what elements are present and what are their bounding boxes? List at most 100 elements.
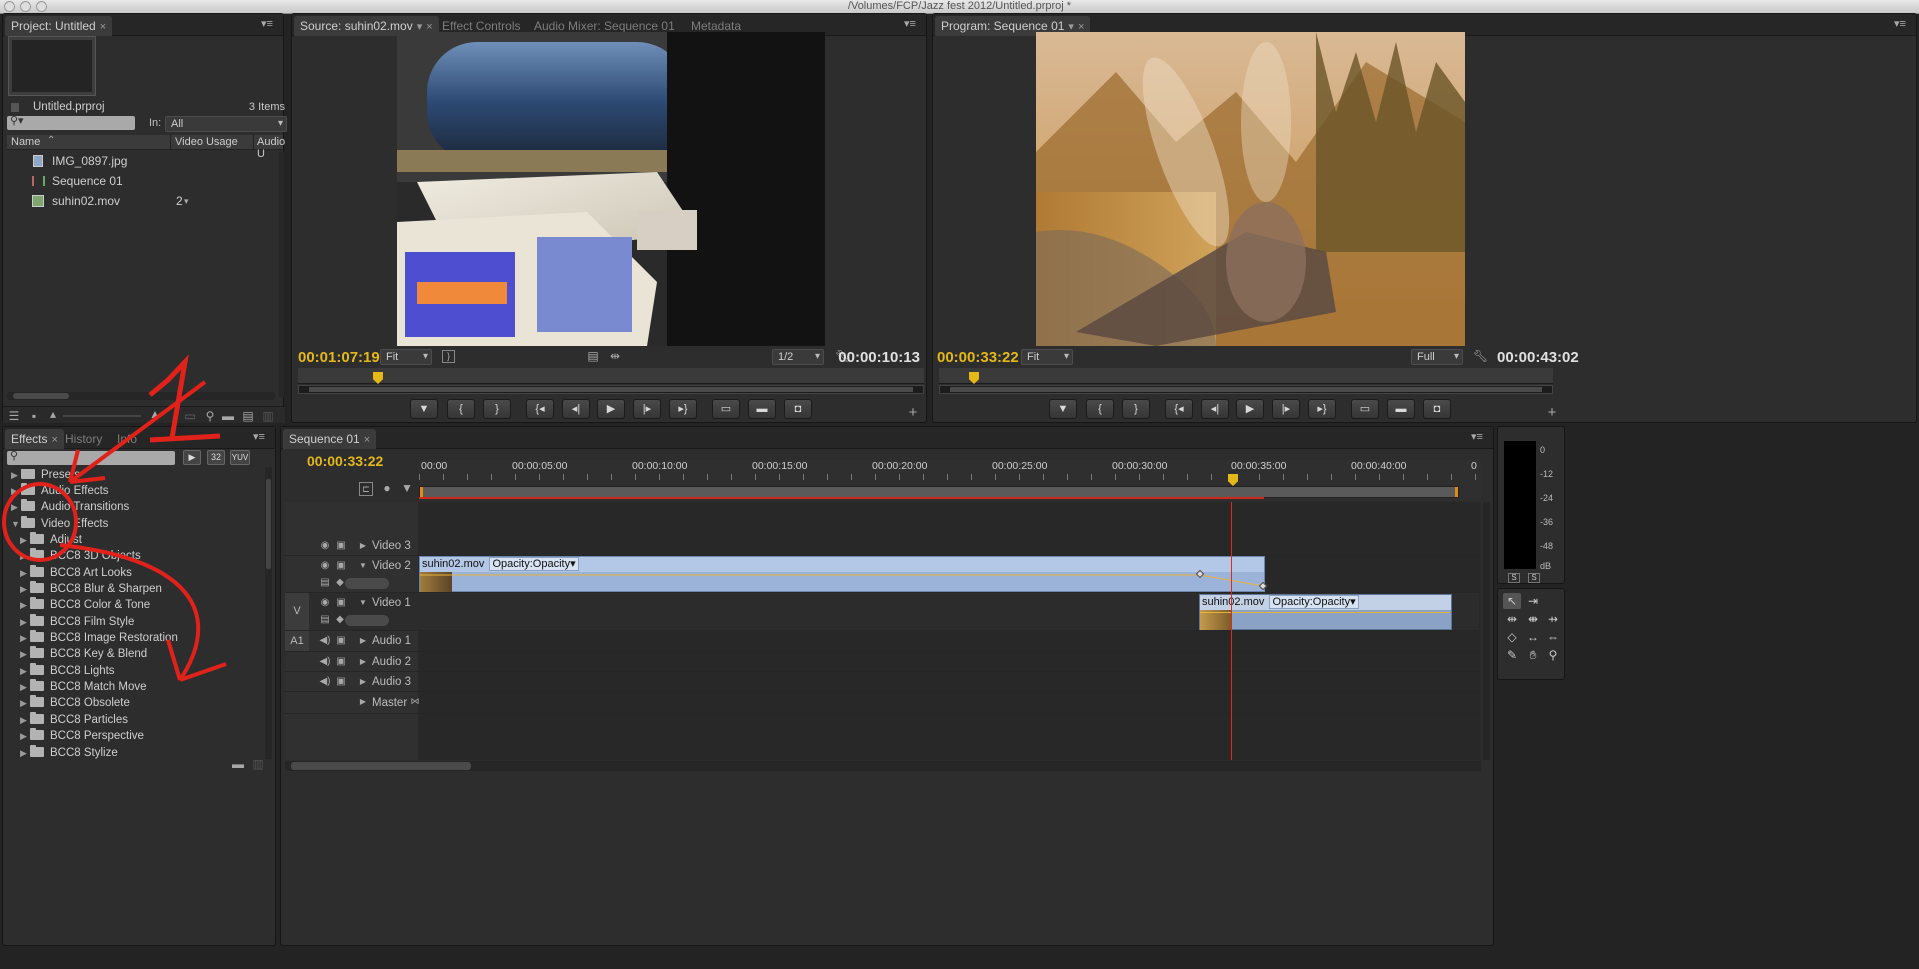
eye-icon[interactable]: ◉	[319, 559, 331, 573]
add-marker-button[interactable]: ▼	[1049, 399, 1077, 419]
effects-search-input[interactable]: ⚲	[7, 450, 175, 465]
rate-stretch-tool-icon[interactable]: ⇸	[1544, 611, 1562, 627]
zoom-out-icon[interactable]: ▴	[47, 407, 59, 421]
add-marker-button[interactable]: ▼	[410, 399, 438, 419]
column-video-usage[interactable]: Video Usage	[175, 136, 238, 148]
speaker-icon[interactable]: ◀)	[319, 675, 331, 689]
speaker-icon[interactable]: ◀)	[319, 655, 331, 669]
effects-folder-bcc8-blur-sharpen[interactable]: ▶ BCC8 Blur & Sharpen	[20, 581, 162, 597]
effects-folder-bcc8-particles[interactable]: ▶ BCC8 Particles	[20, 712, 128, 728]
new-custom-bin-icon[interactable]: ▬	[231, 757, 245, 771]
expand-icon[interactable]: ▶	[20, 712, 30, 728]
opacity-rubberband[interactable]	[420, 557, 1266, 593]
timeline-timecode[interactable]: 00:00:33:22	[307, 453, 383, 469]
effects-folder-bcc8-lights[interactable]: ▶ BCC8 Lights	[20, 663, 115, 679]
expand-icon[interactable]: ▶	[20, 745, 30, 759]
effects-folder-bcc8-obsolete[interactable]: ▶ BCC8 Obsolete	[20, 695, 130, 711]
timeline-vscrollbar[interactable]	[1483, 502, 1490, 760]
lift-button[interactable]: ▭	[1351, 399, 1379, 419]
project-item[interactable]: suhin02.mov 2 ▾	[7, 191, 277, 211]
expand-icon[interactable]: ▶	[20, 565, 30, 581]
effects-scrollbar[interactable]	[265, 467, 272, 759]
settings-icon[interactable]: }	[442, 350, 455, 363]
collapse-icon[interactable]: ▼	[11, 516, 21, 532]
effects-folder-bcc8-art-looks[interactable]: ▶ BCC8 Art Looks	[20, 565, 132, 581]
icon-view-icon[interactable]: ▪	[27, 409, 41, 423]
mark-out-button[interactable]: }	[483, 399, 511, 419]
drag-audio-icon[interactable]: ⇹	[608, 349, 622, 363]
source-track-v[interactable]: V	[285, 593, 309, 630]
expand-icon[interactable]: ▶	[20, 728, 30, 744]
expand-icon[interactable]: ▶	[358, 675, 368, 689]
effects-folder-bcc8-film-style[interactable]: ▶ BCC8 Film Style	[20, 614, 134, 630]
source-time-ruler[interactable]	[298, 368, 924, 384]
solo-button[interactable]: S	[1528, 573, 1540, 583]
overwrite-button[interactable]: ▬	[748, 399, 776, 419]
trash-icon[interactable]: ▥	[261, 409, 275, 423]
source-fit-dropdown[interactable]: Fit	[380, 349, 432, 365]
expand-icon[interactable]: ▶	[11, 483, 21, 499]
export-frame-button[interactable]: ◘	[1423, 399, 1451, 419]
step-back-button[interactable]: ◂|	[562, 399, 590, 419]
project-scrollbar[interactable]	[279, 152, 284, 397]
close-icon[interactable]: ×	[51, 434, 57, 446]
timeline-ruler[interactable]: 00:00 00:00:05:00 00:00:10:00 00:00:15:0…	[419, 460, 1481, 500]
clip-video1[interactable]: suhin02.mov Opacity:Opacity▾	[1199, 594, 1452, 630]
effects-folder-presets[interactable]: ▶ Presets	[11, 469, 80, 483]
collapse-icon[interactable]: ▼	[358, 596, 368, 610]
effects-folder-bcc8-3d-objects[interactable]: ▶ BCC8 3D Objects	[20, 548, 141, 564]
panel-menu-icon[interactable]: ▾≡	[1471, 432, 1485, 443]
effects-folder-adjust[interactable]: ▶ Adjust	[20, 532, 82, 548]
opacity-rubberband[interactable]	[1200, 612, 1450, 613]
effects-folder-bcc8-image-restoration[interactable]: ▶ BCC8 Image Restoration	[20, 630, 178, 646]
program-playhead[interactable]	[969, 372, 979, 384]
program-resolution-dropdown[interactable]: Full	[1411, 349, 1463, 365]
effects-folder-bcc8-stylize[interactable]: ▶ BCC8 Stylize	[20, 745, 118, 759]
panel-menu-icon[interactable]: ▾≡	[261, 19, 275, 30]
program-timecode[interactable]: 00:00:33:22	[937, 349, 1019, 366]
lock-icon[interactable]: ▣	[335, 559, 347, 573]
export-frame-button[interactable]: ◘	[784, 399, 812, 419]
slip-tool-icon[interactable]: ↔	[1524, 629, 1542, 645]
expand-icon[interactable]: ▶	[20, 663, 30, 679]
keyframe-nav[interactable]	[345, 578, 389, 589]
lock-icon[interactable]: ▣	[335, 655, 347, 669]
zoom-tool-icon[interactable]: ⚲	[1544, 647, 1562, 663]
zoom-slider[interactable]	[63, 415, 141, 417]
expand-icon[interactable]: ▶	[358, 655, 368, 669]
clip-video2[interactable]: suhin02.mov Opacity:Opacity▾	[419, 556, 1268, 593]
tab-project[interactable]: Project: Untitled ×	[5, 16, 113, 36]
close-icon[interactable]: ×	[100, 21, 106, 33]
display-style-icon[interactable]: ▤	[319, 576, 331, 590]
effects-folder-bcc8-match-move[interactable]: ▶ BCC8 Match Move	[20, 679, 147, 695]
marker-icon[interactable]: ▼	[400, 481, 414, 495]
column-name[interactable]: Name	[11, 136, 40, 148]
lock-icon[interactable]: ▣	[335, 634, 347, 648]
program-time-ruler[interactable]	[939, 368, 1553, 384]
display-style-icon[interactable]: ▤	[319, 613, 331, 627]
tab-sequence[interactable]: Sequence 01 ×	[283, 429, 377, 449]
extract-button[interactable]: ▬	[1387, 399, 1415, 419]
insert-button[interactable]: ▭	[712, 399, 740, 419]
slide-tool-icon[interactable]: ⇔	[1544, 629, 1562, 645]
tab-info[interactable]: Info	[111, 429, 143, 449]
effects-folder-bcc8-key-blend[interactable]: ▶ BCC8 Key & Blend	[20, 646, 147, 662]
razor-tool-icon[interactable]: ◇	[1503, 629, 1521, 645]
expand-icon[interactable]: ▶	[20, 630, 30, 646]
effects-folder-bcc8-color-tone[interactable]: ▶ BCC8 Color & Tone	[20, 597, 150, 613]
close-icon[interactable]: ×	[364, 434, 370, 446]
lock-icon[interactable]: ▣	[335, 596, 347, 610]
go-to-in-button[interactable]: {◂	[526, 399, 554, 419]
source-timecode[interactable]: 00:01:07:19	[298, 349, 380, 366]
pen-tool-icon[interactable]: ✎	[1503, 647, 1521, 663]
keyframe-nav[interactable]	[345, 615, 389, 626]
video-usage-count[interactable]: 2	[176, 191, 183, 211]
source-zoom-bar[interactable]	[298, 385, 924, 394]
program-fit-dropdown[interactable]: Fit	[1021, 349, 1073, 365]
expand-icon[interactable]: ▶	[358, 634, 368, 648]
set-marker-icon[interactable]: ●	[380, 481, 394, 495]
ripple-edit-tool-icon[interactable]: ⇹	[1503, 611, 1521, 627]
lock-icon[interactable]: ▣	[335, 539, 347, 553]
list-view-icon[interactable]: ☰	[7, 409, 21, 423]
new-item-icon[interactable]: ▤	[241, 409, 255, 423]
